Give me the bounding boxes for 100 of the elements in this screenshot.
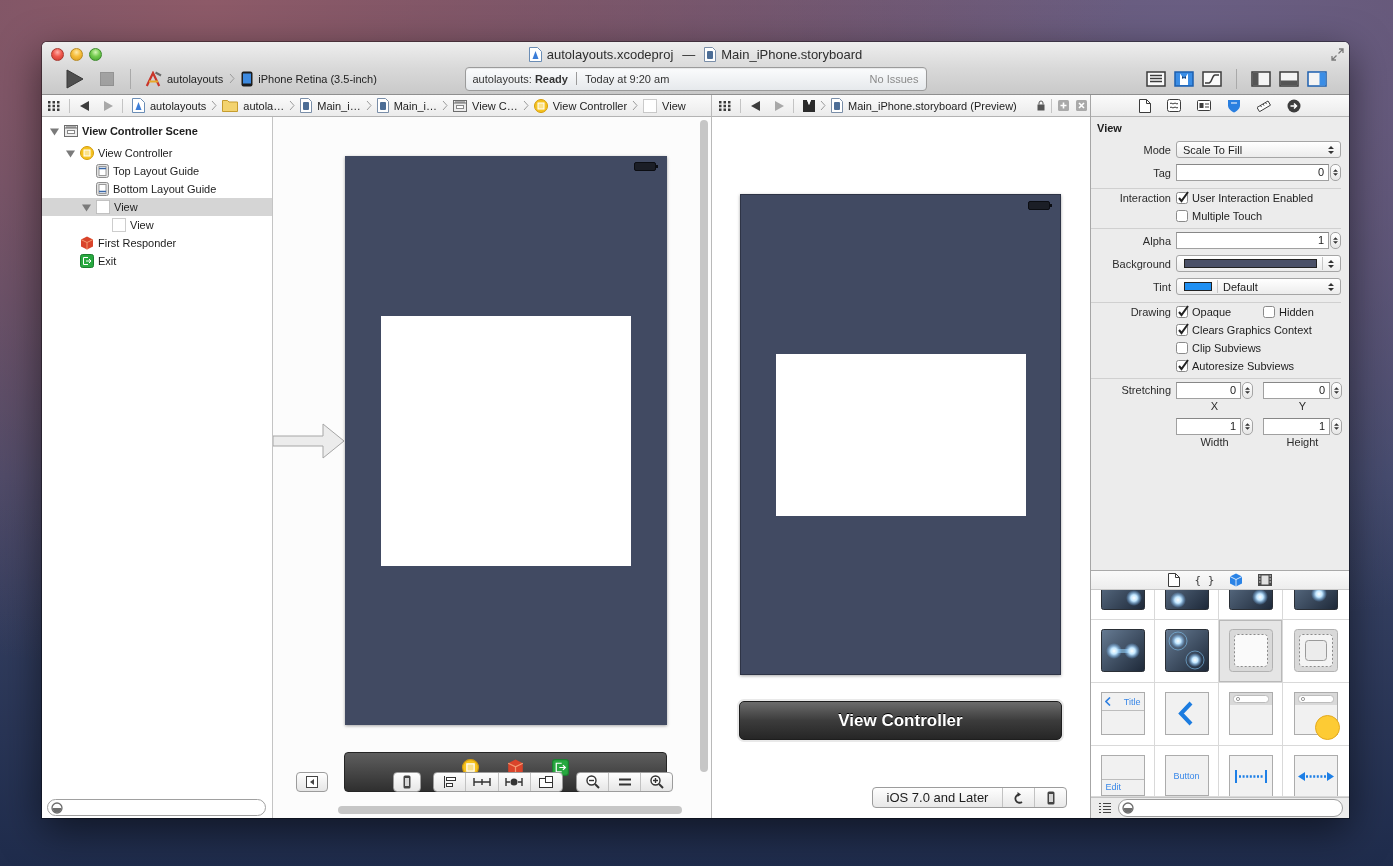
library-item[interactable] xyxy=(1155,590,1219,620)
stepper[interactable] xyxy=(1330,232,1341,249)
outline-item[interactable]: Bottom Layout Guide xyxy=(42,180,272,198)
popup-button[interactable]: Scale To Fill xyxy=(1176,141,1341,158)
path-item[interactable]: View Controller xyxy=(533,95,628,116)
path-item[interactable]: autolayouts xyxy=(132,95,207,116)
full-screen-button[interactable] xyxy=(1331,47,1344,61)
related-items-button[interactable] xyxy=(48,100,60,111)
number-field[interactable]: 1 xyxy=(1176,418,1241,435)
path-item[interactable]: View xyxy=(643,95,686,116)
checkbox-label[interactable]: Clip Subviews xyxy=(1192,342,1262,354)
path-item[interactable]: Main_i… xyxy=(300,95,361,116)
deployment-target-button[interactable]: iOS 7.0 and Later xyxy=(873,788,1002,807)
checkbox[interactable] xyxy=(1176,359,1190,373)
lock-button[interactable] xyxy=(1037,100,1045,111)
chevron-icon xyxy=(229,73,236,84)
checkbox[interactable] xyxy=(1176,209,1190,223)
object-library-tab[interactable] xyxy=(1229,573,1244,587)
stepper[interactable] xyxy=(1331,382,1342,399)
file-inspector-tab[interactable] xyxy=(1139,98,1151,113)
outline-item[interactable]: Exit xyxy=(42,252,272,270)
checkbox-label[interactable]: User Interaction Enabled xyxy=(1192,192,1314,204)
back-button[interactable] xyxy=(751,100,760,111)
checkbox[interactable] xyxy=(1176,323,1190,337)
library-item[interactable] xyxy=(1155,620,1219,683)
library-item[interactable] xyxy=(1091,620,1155,683)
path-item[interactable]: View C… xyxy=(453,95,518,116)
number-field[interactable]: 0 xyxy=(1263,382,1330,399)
checkbox-label[interactable]: Multiple Touch xyxy=(1192,210,1263,222)
path-item[interactable]: Main_iPhone.storyboard (Preview) xyxy=(831,95,1017,116)
ring-glow-tile-icon xyxy=(1164,629,1209,672)
navigator-toggle-button[interactable] xyxy=(1251,68,1271,89)
number-field[interactable]: 1 xyxy=(1263,418,1330,435)
color-popup-button[interactable]: Default xyxy=(1176,278,1341,295)
disclosure-triangle-icon[interactable] xyxy=(50,126,59,136)
media-library-tab[interactable] xyxy=(1258,574,1273,586)
checkbox-label[interactable]: Autoresize Subviews xyxy=(1192,360,1295,372)
utilities-toggle-button[interactable] xyxy=(1307,68,1327,89)
scene-view[interactable] xyxy=(345,156,667,725)
stepper[interactable] xyxy=(1331,418,1342,435)
outline-item[interactable]: View Controller Scene xyxy=(42,122,272,140)
back-button[interactable] xyxy=(80,100,89,111)
version-editor-button[interactable] xyxy=(1202,68,1222,89)
dotted-square-icon xyxy=(112,218,126,232)
path-item[interactable]: autola… xyxy=(222,95,285,116)
horizontal-scrollbar[interactable] xyxy=(338,806,682,814)
attributes-inspector-tab[interactable] xyxy=(1227,98,1241,113)
library-item[interactable] xyxy=(1219,590,1283,620)
path-item[interactable]: Main_i… xyxy=(376,95,438,116)
close-button[interactable] xyxy=(51,47,64,61)
list-view-button[interactable] xyxy=(1099,803,1111,813)
connections-inspector-tab[interactable] xyxy=(1287,98,1301,113)
scheme-selector[interactable]: autolayouts xyxy=(145,68,224,89)
checkbox[interactable] xyxy=(1176,305,1190,319)
disclosure-triangle-icon[interactable] xyxy=(82,202,91,212)
filter-field[interactable] xyxy=(1118,799,1343,817)
disclosure-triangle-icon[interactable] xyxy=(66,148,75,158)
vertical-scrollbar[interactable] xyxy=(700,120,708,772)
stepper[interactable] xyxy=(1242,382,1253,399)
size-inspector-tab[interactable] xyxy=(1257,99,1271,112)
file-templates-tab[interactable] xyxy=(1167,573,1180,587)
zoom-button[interactable] xyxy=(89,47,102,61)
destination-selector[interactable]: iPhone Retina (3.5-inch) xyxy=(241,68,377,89)
identity-inspector-tab[interactable] xyxy=(1197,100,1211,111)
library-item[interactable] xyxy=(1091,590,1155,620)
number-field[interactable]: 0 xyxy=(1176,164,1329,181)
number-field[interactable]: 0 xyxy=(1176,382,1241,399)
quick-help-tab[interactable] xyxy=(1167,99,1181,112)
standard-editor-button[interactable] xyxy=(1146,68,1166,89)
assistant-editor-button[interactable] xyxy=(1174,68,1194,89)
outline-item[interactable]: View xyxy=(42,198,272,216)
debug-area-toggle-button[interactable] xyxy=(1279,68,1299,89)
counterparts-button[interactable] xyxy=(803,98,815,113)
outline-item[interactable]: View xyxy=(42,216,272,234)
code-snippets-tab[interactable]: { } xyxy=(1194,572,1215,588)
library-item[interactable] xyxy=(1283,590,1349,620)
chevron-icon xyxy=(211,100,218,111)
number-field[interactable]: 1 xyxy=(1176,232,1329,249)
checkbox[interactable] xyxy=(1176,191,1190,205)
issues-status: No Issues xyxy=(869,72,919,85)
outline-item[interactable]: Top Layout Guide xyxy=(42,162,272,180)
checkbox-label[interactable]: Opaque xyxy=(1192,306,1232,318)
run-button[interactable] xyxy=(66,68,84,89)
chevron-icon xyxy=(365,100,372,111)
up-down-arrows-icon xyxy=(1245,422,1250,431)
checkbox[interactable] xyxy=(1263,305,1277,319)
outline-item[interactable]: First Responder xyxy=(42,234,272,252)
checkbox[interactable] xyxy=(1176,341,1190,355)
filter-field[interactable] xyxy=(47,799,266,816)
checkbox-label[interactable]: Hidden xyxy=(1279,306,1314,318)
chevron-icon xyxy=(522,100,529,111)
outline-item[interactable]: View Controller xyxy=(42,144,272,162)
color-popup-button[interactable] xyxy=(1176,255,1341,272)
device-size-button[interactable] xyxy=(393,772,421,792)
stepper[interactable] xyxy=(1330,164,1341,181)
document-outline-button[interactable] xyxy=(296,772,328,792)
checkbox-label[interactable]: Clears Graphics Context xyxy=(1192,324,1312,336)
folder-icon xyxy=(222,99,239,112)
stepper[interactable] xyxy=(1242,418,1253,435)
related-items-button[interactable] xyxy=(719,100,731,111)
